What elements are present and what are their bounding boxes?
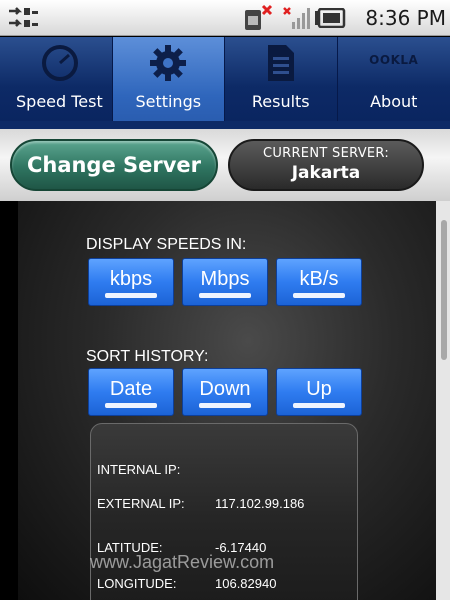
server-bar: Change Server CURRENT SERVER: Jakarta [0, 129, 450, 201]
battery-icon [315, 8, 346, 28]
signal-icon [283, 7, 310, 29]
speed-kbps-label: kbps [109, 268, 153, 290]
scrollbar-thumb[interactable] [441, 220, 447, 360]
current-server-display: CURRENT SERVER: Jakarta [228, 139, 424, 191]
usb-icon [9, 7, 38, 27]
option-indicator [293, 293, 345, 298]
sort-history-label: SORT HISTORY: [86, 348, 209, 365]
speed-mbps-button[interactable]: Mbps [182, 258, 268, 306]
tab-bar: Speed Test Settings Results OOKLA About [0, 37, 450, 121]
sort-up-button[interactable]: Up [276, 368, 362, 416]
sort-date-button[interactable]: Date [88, 368, 174, 416]
option-indicator [293, 403, 345, 408]
current-server-label: CURRENT SERVER: [262, 146, 390, 161]
external-ip-label: EXTERNAL IP: [97, 496, 185, 511]
external-ip-value: 117.102.99.186 [215, 496, 305, 511]
current-server-value: Jakarta [291, 163, 361, 183]
tab-label: Settings [135, 92, 202, 111]
tab-label: Results [251, 92, 310, 111]
network-info-box: INTERNAL IP: EXTERNAL IP: 117.102.99.186… [90, 423, 358, 600]
speed-mbps-label: Mbps [200, 268, 250, 290]
speed-kbs-button[interactable]: kB/s [276, 258, 362, 306]
sort-down-label: Down [199, 378, 251, 400]
display-speeds-label: DISPLAY SPEEDS IN: [86, 236, 247, 253]
speed-kbps-button[interactable]: kbps [88, 258, 174, 306]
tab-about[interactable]: OOKLA About [338, 37, 450, 121]
speedometer-icon [42, 45, 78, 81]
tab-label: About [370, 92, 418, 111]
document-icon [267, 45, 294, 81]
sort-up-label: Up [306, 378, 332, 400]
tab-results[interactable]: Results [225, 37, 338, 121]
selected-indicator [105, 293, 157, 298]
watermark: www.JagatReview.com [90, 552, 275, 572]
sort-down-button[interactable]: Down [182, 368, 268, 416]
tab-speed-test[interactable]: Speed Test [0, 37, 113, 121]
sort-date-label: Date [109, 378, 153, 400]
speed-kbs-label: kB/s [299, 268, 339, 290]
sim-card-icon [245, 4, 273, 30]
settings-panel: DISPLAY SPEEDS IN: kbps Mbps kB/s SORT H… [18, 201, 436, 600]
tab-settings[interactable]: Settings [112, 37, 225, 121]
option-indicator [199, 403, 251, 408]
longitude-label: LONGITUDE: [97, 576, 177, 591]
selected-indicator [105, 403, 157, 408]
option-indicator [199, 293, 251, 298]
status-time: 8:36 PM [365, 6, 446, 30]
gear-icon [150, 45, 187, 81]
tab-strip [0, 121, 450, 129]
internal-ip-label: INTERNAL IP: [97, 462, 181, 477]
status-bar: 8:36 PM [0, 0, 450, 36]
ookla-logo-icon: OOKLA [369, 53, 419, 67]
longitude-value: 106.82940 [215, 576, 277, 591]
tab-label: Speed Test [16, 92, 103, 111]
change-server-button[interactable]: Change Server [10, 139, 218, 191]
